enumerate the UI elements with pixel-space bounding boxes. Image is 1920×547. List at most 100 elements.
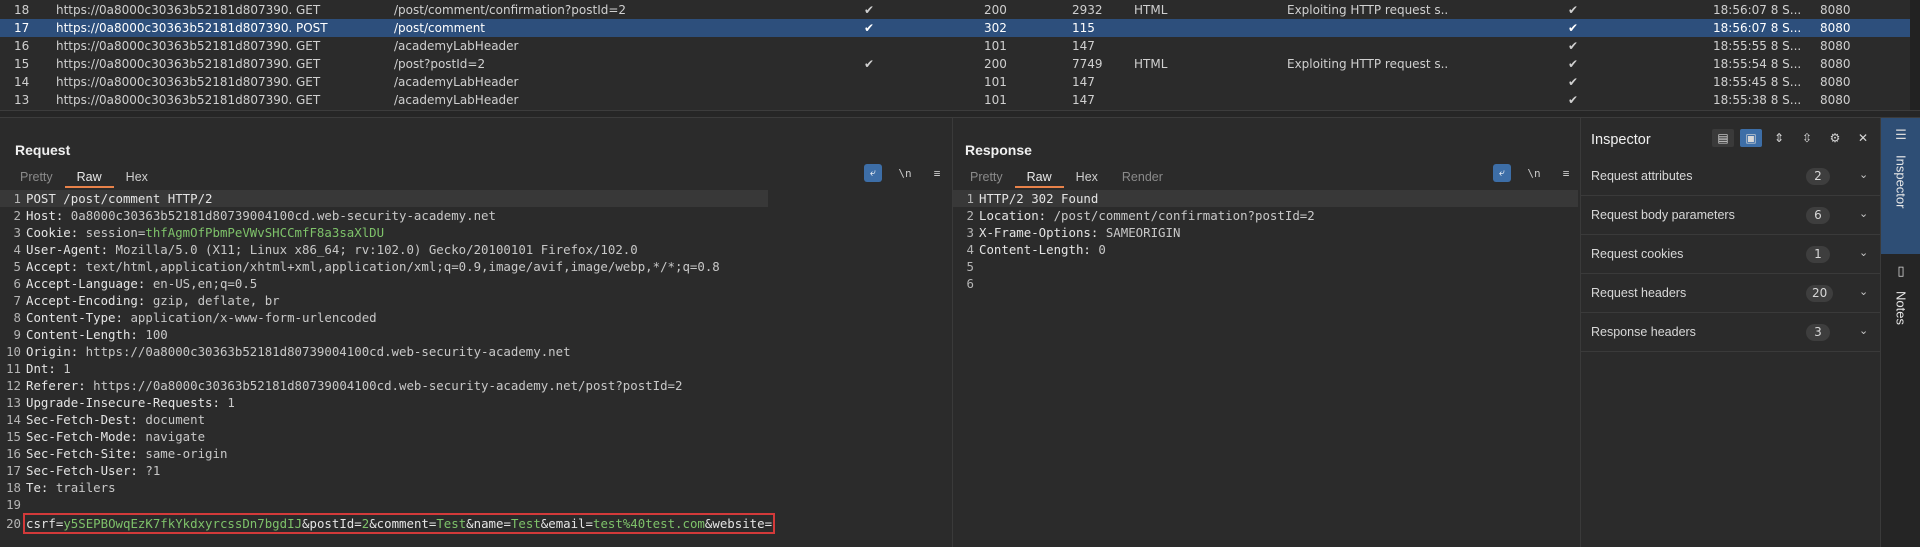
show-newlines-button[interactable]: \n — [1525, 164, 1543, 182]
history-cell-tls: ✔ — [1568, 93, 1579, 107]
rail-tab-inspector[interactable]: ☰ Inspector — [1881, 118, 1920, 254]
expand-all-icon[interactable]: ⇕ — [1768, 129, 1790, 147]
proxy-history-table: 18 https://0a8000c30363b52181d807390... GE… — [0, 0, 1920, 110]
header-name: Accept-Language: — [26, 276, 146, 291]
history-cell-tls: ✔ — [1568, 57, 1579, 71]
inspector-section[interactable]: Request cookies 1 ⌄ — [1581, 236, 1880, 274]
inspector-section[interactable]: Response headers 3 ⌄ — [1581, 314, 1880, 352]
history-cell-port: 8080 — [1820, 93, 1851, 107]
header-name: Sec-Fetch-Mode: — [26, 429, 138, 444]
history-scrollbar[interactable] — [1910, 0, 1920, 110]
history-cell-edited: ✔ — [864, 21, 875, 35]
chevron-down-icon[interactable]: ⌄ — [1859, 285, 1868, 298]
pane-splitter[interactable] — [0, 110, 1920, 118]
collapse-all-icon[interactable]: ⇳ — [1796, 129, 1818, 147]
header-name: Dnt: — [26, 361, 56, 376]
response-editor[interactable]: 1 HTTP/2 302 Found 2 Location: /post/commen… — [953, 190, 1578, 547]
chevron-down-icon[interactable]: ⌄ — [1859, 168, 1868, 181]
side-rail: ☰ Inspector ▯ Notes — [1880, 118, 1920, 547]
header-value: https://0a8000c30363b52181d80739004100cd… — [85, 378, 683, 393]
history-cell-tls: ✔ — [1568, 39, 1579, 53]
response-panel: Response Pretty Raw Hex Render ⤶ \n ≡ 1 HTTP… — [952, 118, 1578, 547]
response-view-tabs: Pretty Raw Hex Render — [958, 166, 1175, 188]
editor-line: 2 Location: /post/comment/confirmation?po… — [953, 207, 1578, 224]
editor-line: 11 Dnt: 1 — [0, 360, 768, 377]
editor-line: 3 Cookie: session=thfAgmOfPbmPeVWvSHCCmfF… — [0, 224, 768, 241]
line-number: 12 — [6, 378, 21, 393]
history-cell-port: 8080 — [1820, 75, 1851, 89]
line-number: 18 — [6, 480, 21, 495]
settings-gear-icon[interactable]: ⚙ — [1824, 129, 1846, 147]
menu-icon[interactable]: ≡ — [1557, 164, 1575, 182]
history-cell-num: 18 — [14, 3, 30, 17]
history-row[interactable]: 13 https://0a8000c30363b52181d807390... GE… — [0, 91, 1910, 109]
tab-hex[interactable]: Hex — [114, 166, 160, 188]
line-number: 15 — [6, 429, 21, 444]
inspector-layout-list-icon[interactable]: ▤ — [1712, 129, 1734, 147]
menu-icon[interactable]: ≡ — [928, 164, 946, 182]
history-row[interactable]: 14 https://0a8000c30363b52181d807390... GE… — [0, 73, 1910, 91]
param-name: &email= — [540, 516, 593, 531]
history-cell-num: 15 — [14, 57, 30, 71]
editor-line: 9 Content-Length: 100 — [0, 326, 768, 343]
editor-line: 19 — [0, 496, 768, 513]
line-number: 10 — [6, 344, 21, 359]
inspector-section[interactable]: Request body parameters 6 ⌄ — [1581, 197, 1880, 235]
notes-icon: ▯ — [1897, 264, 1905, 279]
chevron-down-icon[interactable]: ⌄ — [1859, 324, 1868, 337]
history-cell-time: 18:55:45 8 S... — [1713, 75, 1802, 89]
tab-pretty[interactable]: Pretty — [8, 166, 65, 188]
history-cell-host: https://0a8000c30363b52181d807390... — [56, 39, 291, 53]
history-cell-tls: ✔ — [1568, 21, 1579, 35]
history-cell-length: 147 — [1072, 93, 1095, 107]
tab-raw[interactable]: Raw — [1014, 166, 1064, 188]
editor-line: 3 X-Frame-Options: SAMEORIGIN — [953, 224, 1578, 241]
header-name: Host: — [26, 208, 64, 223]
header-name: Accept-Encoding: — [26, 293, 146, 308]
editor-line: 5 Accept: text/html,application/xhtml+xml… — [0, 258, 768, 275]
cookie-value: thfAgmOfPbmPeVWvSHCCmfF8a3saXlDU — [145, 225, 385, 240]
header-name: Content-Length: — [26, 327, 138, 342]
line-number: 16 — [6, 446, 21, 461]
line-number: 11 — [6, 361, 21, 376]
history-cell-url: /academyLabHeader — [394, 75, 519, 89]
rail-tab-notes[interactable]: ▯ Notes — [1881, 254, 1920, 350]
line-number: 8 — [13, 310, 21, 325]
header-name: Origin: — [26, 344, 79, 359]
line-number: 19 — [6, 497, 21, 512]
history-cell-tls: ✔ — [1568, 3, 1579, 17]
chevron-down-icon[interactable]: ⌄ — [1859, 246, 1868, 259]
history-row[interactable]: 18 https://0a8000c30363b52181d807390... GE… — [0, 1, 1910, 19]
tab-pretty[interactable]: Pretty — [958, 166, 1015, 188]
chevron-down-icon[interactable]: ⌄ — [1859, 207, 1868, 220]
header-value: Mozilla/5.0 (X11; Linux x86_64; rv:102.0… — [108, 242, 638, 257]
header-value: en-US,en;q=0.5 — [145, 276, 258, 291]
editor-line: 6 — [953, 275, 1578, 292]
history-cell-title: Exploiting HTTP request s... — [1287, 3, 1447, 17]
close-icon[interactable]: ✕ — [1852, 129, 1874, 147]
history-cell-time: 18:56:07 8 S... — [1713, 3, 1802, 17]
show-newlines-button[interactable]: \n — [896, 164, 914, 182]
history-cell-method: GET — [296, 57, 321, 71]
inspector-section[interactable]: Request attributes 2 ⌄ — [1581, 158, 1880, 196]
request-editor[interactable]: 1 POST /post/comment HTTP/2 2 Host: 0a8000c… — [0, 190, 950, 547]
history-cell-port: 8080 — [1820, 21, 1851, 35]
editor-line: 10 Origin: https://0a8000c30363b52181d807… — [0, 343, 768, 360]
param-value: y5SEPBOwqEzK7fkYkdxyrcssDn7bgdIJ — [63, 516, 303, 531]
wrap-lines-icon[interactable]: ⤶ — [864, 164, 882, 182]
inspector-layout-panel-icon[interactable]: ▣ — [1740, 129, 1762, 147]
tab-raw[interactable]: Raw — [64, 166, 114, 188]
tab-render[interactable]: Render — [1110, 166, 1175, 188]
wrap-lines-icon[interactable]: ⤶ — [1493, 164, 1511, 182]
line-number: 5 — [966, 259, 974, 274]
history-row[interactable]: 17 https://0a8000c30363b52181d807390... PO… — [0, 19, 1910, 37]
history-row[interactable]: 15 https://0a8000c30363b52181d807390... GE… — [0, 55, 1910, 73]
inspector-section[interactable]: Request headers 20 ⌄ — [1581, 275, 1880, 313]
history-cell-host: https://0a8000c30363b52181d807390... — [56, 21, 291, 35]
history-cell-mime: HTML — [1134, 57, 1168, 71]
editor-line: 12 Referer: https://0a8000c30363b52181d80… — [0, 377, 768, 394]
tab-hex[interactable]: Hex — [1064, 166, 1110, 188]
request-body-line: 20 csrf=y5SEPBOwqEzK7fkYkdxyrcssDn7bgdIJ&… — [0, 513, 776, 534]
history-cell-title: Exploiting HTTP request s... — [1287, 57, 1447, 71]
history-row[interactable]: 16 https://0a8000c30363b52181d807390... GE… — [0, 37, 1910, 55]
